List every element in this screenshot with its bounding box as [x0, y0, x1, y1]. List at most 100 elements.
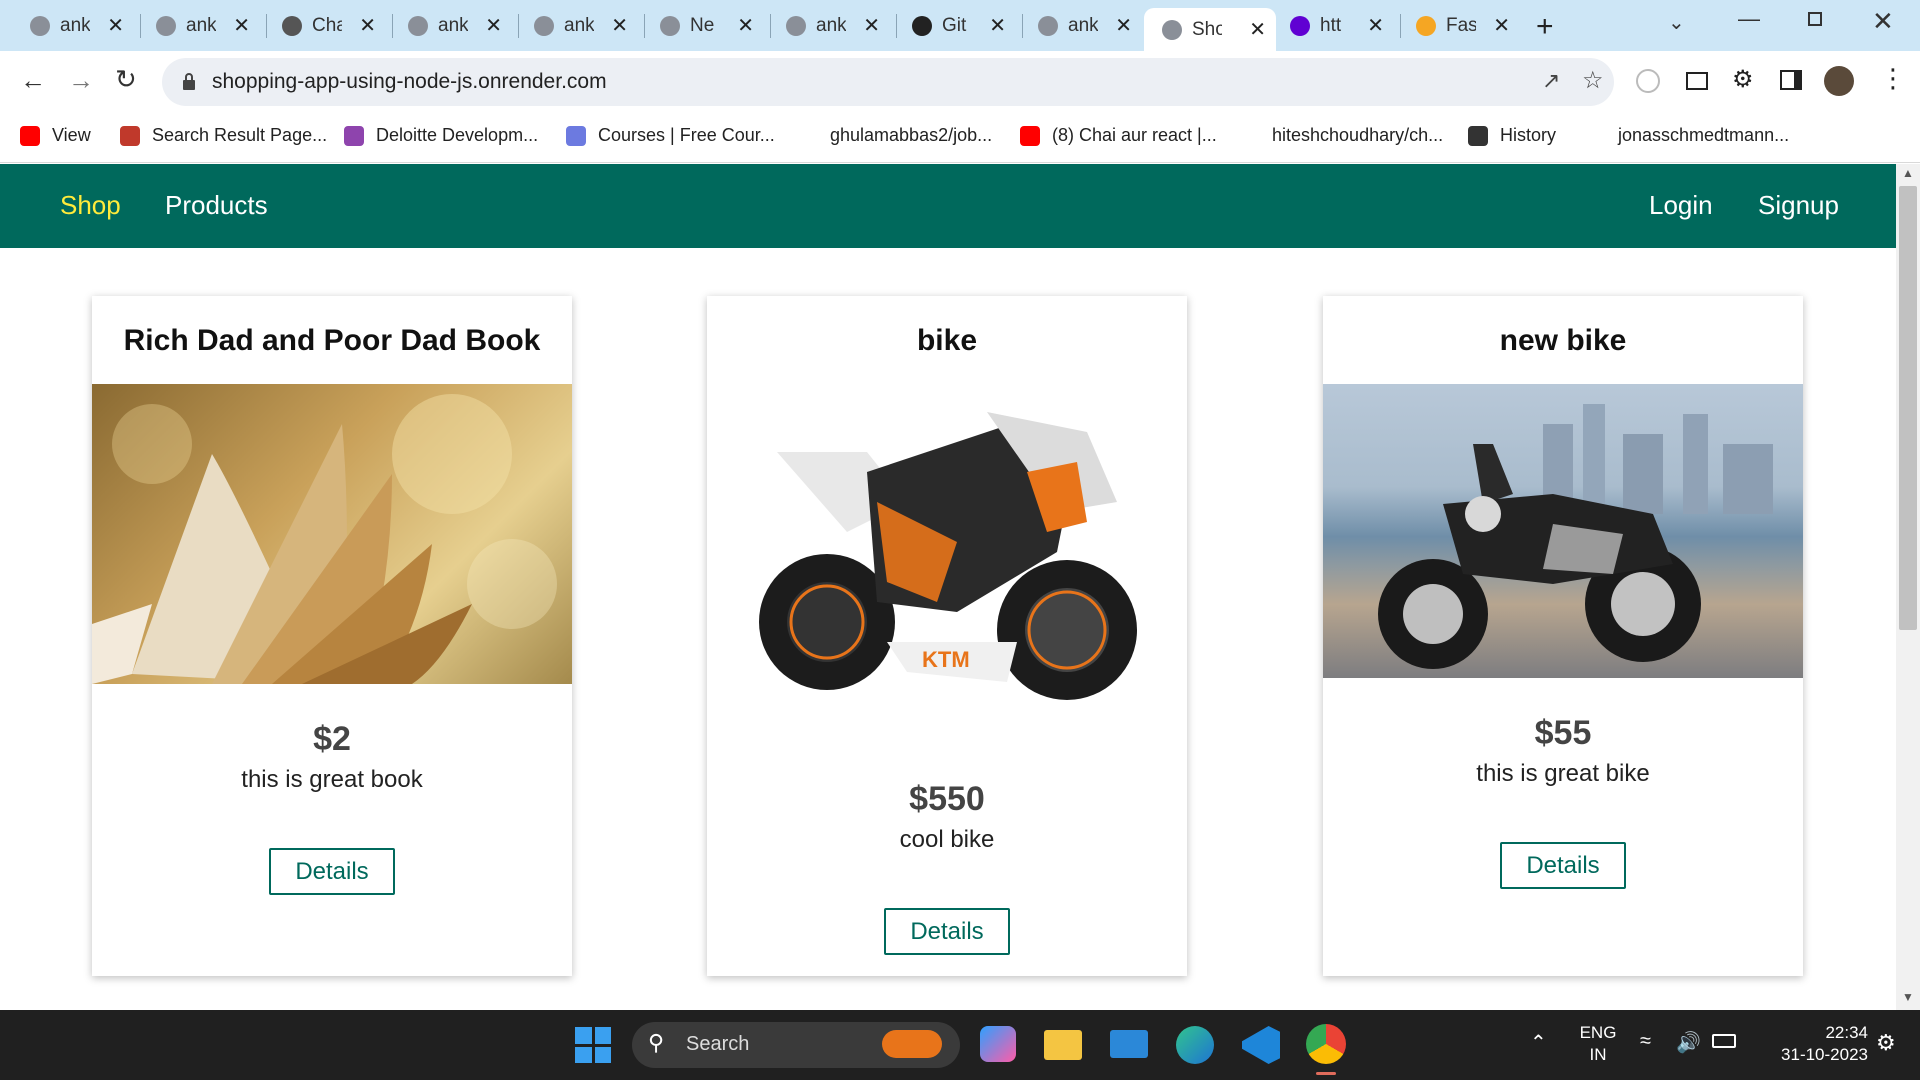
browser-tab[interactable]: htt ✕	[1278, 8, 1394, 43]
scroll-up-icon[interactable]: ▲	[1902, 166, 1914, 180]
web-page: Shop Products Login Signup Rich Dad and …	[0, 164, 1896, 1010]
product-price: $2	[313, 720, 351, 758]
browser-tab[interactable]: ank ✕	[1026, 8, 1142, 43]
globe-icon	[534, 15, 554, 36]
pumpkin-icon	[882, 1030, 942, 1058]
browser-tab[interactable]: Git ✕	[900, 8, 1016, 43]
file-explorer-icon[interactable]	[1044, 1030, 1082, 1060]
bookmark-item[interactable]: View	[20, 125, 91, 146]
close-tab-icon[interactable]: ✕	[863, 13, 880, 38]
copilot-icon[interactable]	[980, 1026, 1016, 1062]
back-icon[interactable]: ←	[20, 67, 46, 93]
bookmark-label: Deloitte Developm...	[376, 125, 539, 145]
product-description: this is great bike	[1476, 760, 1650, 787]
browser-tab[interactable]: ank ✕	[396, 8, 512, 43]
notification-icon[interactable]: ⚙	[1876, 1030, 1896, 1056]
battery-icon[interactable]	[1712, 1034, 1736, 1048]
mail-icon[interactable]	[1110, 1030, 1148, 1058]
tab-search-icon[interactable]: ⌄	[1668, 10, 1685, 35]
tab-separator	[1022, 14, 1023, 38]
picture-in-picture-icon[interactable]	[1686, 72, 1708, 90]
bookmark-item[interactable]: ghulamabbas2/job...	[830, 125, 992, 146]
close-tab-icon[interactable]: ✕	[107, 13, 124, 38]
close-tab-icon[interactable]: ✕	[233, 13, 250, 38]
nav-login-link[interactable]: Login	[1649, 190, 1713, 221]
menu-kebab-icon[interactable]: ⋮	[1880, 63, 1906, 94]
bookmark-item[interactable]: Courses | Free Cour...	[566, 125, 775, 146]
share-icon[interactable]: ↗	[1542, 68, 1560, 94]
details-button[interactable]: Details	[269, 848, 395, 895]
browser-tab[interactable]: ank ✕	[18, 8, 134, 43]
tab-separator	[644, 14, 645, 38]
bookmark-item[interactable]: jonasschmedtmann...	[1618, 125, 1789, 146]
browser-tab[interactable]: Cha ✕	[270, 8, 386, 43]
close-tab-icon[interactable]: ✕	[611, 13, 628, 38]
extensions-puzzle-icon[interactable]: ⚙	[1732, 65, 1754, 94]
browser-tab[interactable]: Sho ✕	[1144, 8, 1276, 51]
product-price: $55	[1534, 714, 1592, 752]
close-tab-icon[interactable]: ✕	[1249, 17, 1266, 42]
tab-separator	[140, 14, 141, 38]
bookmark-item[interactable]: hiteshchoudhary/ch...	[1272, 125, 1443, 146]
browser-tab[interactable]: ank ✕	[522, 8, 638, 43]
forward-icon[interactable]: →	[68, 67, 94, 93]
clock[interactable]: 22:34 31-10-2023	[1758, 1022, 1868, 1066]
url-text[interactable]: shopping-app-using-node-js.onrender.com	[212, 70, 607, 94]
details-button[interactable]: Details	[1500, 842, 1626, 889]
tab-title: htt	[1320, 14, 1342, 36]
new-tab-button[interactable]: +	[1536, 10, 1554, 44]
volume-icon[interactable]: 🔊	[1676, 1030, 1701, 1055]
vscode-icon[interactable]	[1242, 1026, 1280, 1064]
extension-icon[interactable]	[1636, 69, 1660, 93]
tab-title: ank	[816, 14, 846, 36]
tab-strip: ank ✕ ank ✕ Cha ✕ ank ✕ ank ✕ Ne ✕ ank ✕ Git ✕ ank ✕ Sho ✕ h…	[0, 0, 1920, 51]
close-tab-icon[interactable]: ✕	[737, 13, 754, 38]
minimize-icon[interactable]: —	[1738, 6, 1760, 32]
show-hidden-icons-icon[interactable]: ⌃	[1530, 1030, 1547, 1055]
language-code: ENG	[1579, 1023, 1617, 1042]
product-card: bike KTM $550 cool bike Details	[707, 296, 1187, 976]
tab-separator	[518, 14, 519, 38]
close-window-icon[interactable]: ✕	[1872, 6, 1894, 37]
bookmark-star-icon[interactable]: ☆	[1582, 66, 1604, 95]
youtube-icon	[20, 125, 40, 146]
bookmark-item[interactable]: History	[1468, 125, 1556, 146]
product-card: new bike $55 this is great bike Details	[1323, 296, 1803, 976]
dw-icon	[120, 125, 140, 146]
taskbar-search-box[interactable]: ⚲ Search	[632, 1022, 960, 1068]
search-icon: ⚲	[648, 1030, 665, 1055]
nav-shop-link[interactable]: Shop	[60, 190, 121, 221]
browser-tab[interactable]: ank ✕	[774, 8, 890, 43]
details-button[interactable]: Details	[884, 908, 1010, 955]
windows-start-icon[interactable]	[575, 1027, 611, 1063]
tab-title: ank	[186, 14, 216, 36]
bookmark-item[interactable]: (8) Chai aur react |...	[1020, 125, 1217, 146]
close-tab-icon[interactable]: ✕	[1367, 13, 1384, 38]
language-indicator[interactable]: ENG IN	[1578, 1022, 1618, 1066]
browser-tab[interactable]: Fas ✕	[1404, 8, 1520, 43]
bookmark-item[interactable]: Deloitte Developm...	[344, 125, 538, 146]
close-tab-icon[interactable]: ✕	[1115, 13, 1132, 38]
scrollbar-thumb[interactable]	[1899, 186, 1917, 630]
close-tab-icon[interactable]: ✕	[989, 13, 1006, 38]
reload-icon[interactable]: ↻	[115, 66, 137, 92]
nav-signup-link[interactable]: Signup	[1758, 190, 1839, 221]
close-tab-icon[interactable]: ✕	[1493, 13, 1510, 38]
close-tab-icon[interactable]: ✕	[359, 13, 376, 38]
globe-icon	[660, 15, 680, 36]
wifi-icon[interactable]: ≈	[1640, 1030, 1651, 1053]
chrome-icon[interactable]	[1306, 1024, 1346, 1064]
profile-avatar[interactable]	[1824, 66, 1854, 96]
youtube-icon	[1020, 125, 1040, 146]
browser-tab[interactable]: ank ✕	[144, 8, 260, 43]
scroll-down-icon[interactable]: ▼	[1902, 990, 1914, 1004]
restore-icon[interactable]	[1808, 12, 1822, 26]
edge-icon[interactable]	[1176, 1026, 1214, 1064]
browser-toolbar: ← → ↻ shopping-app-using-node-js.onrende…	[0, 51, 1920, 113]
bookmark-item[interactable]: Search Result Page...	[120, 125, 327, 146]
address-bar[interactable]: shopping-app-using-node-js.onrender.com …	[162, 58, 1614, 106]
close-tab-icon[interactable]: ✕	[485, 13, 502, 38]
nav-products-link[interactable]: Products	[165, 190, 268, 221]
browser-tab[interactable]: Ne ✕	[648, 8, 764, 43]
side-panel-icon[interactable]	[1780, 70, 1802, 90]
